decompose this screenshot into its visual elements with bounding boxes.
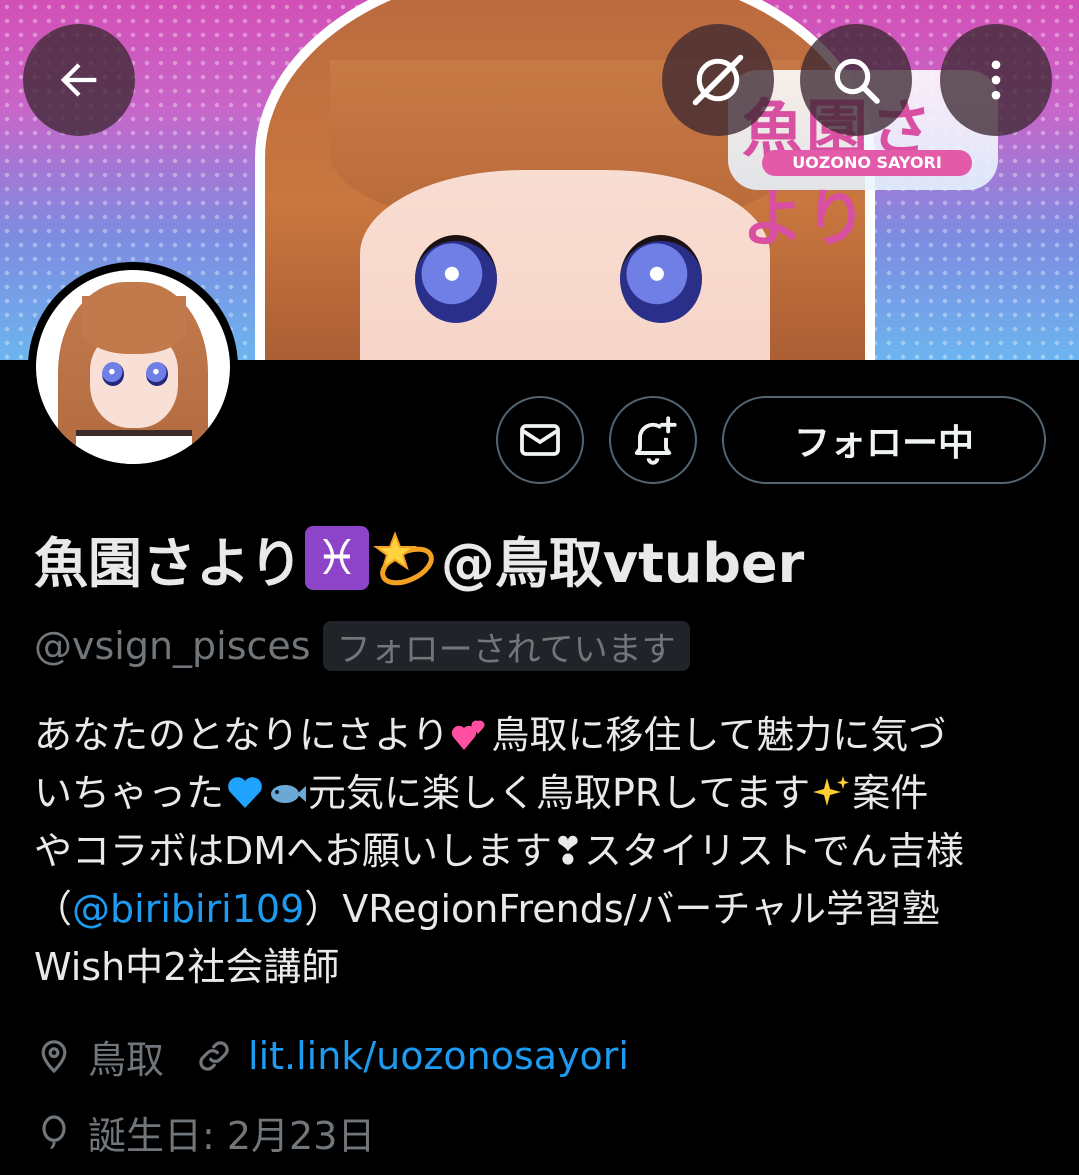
avatar-left-eye — [102, 362, 124, 386]
handle-row: @vsign_pisces フォローされています — [34, 620, 690, 672]
bio-text: 鳥取に移住して魅力に気づ — [491, 713, 947, 757]
search-button[interactable] — [800, 24, 912, 136]
bio-line-4: （@biribiri109）VRegionFrends/バーチャル学習塾 — [34, 880, 1044, 938]
bell-plus-icon — [634, 416, 677, 465]
back-button[interactable] — [23, 24, 135, 136]
message-button[interactable] — [496, 396, 584, 484]
search-icon — [834, 58, 880, 104]
banner-left-eye — [415, 235, 497, 323]
avatar-bangs — [82, 296, 186, 354]
grok-icon — [692, 54, 744, 106]
following-button[interactable]: フォロー中 — [722, 396, 1046, 484]
bio-text: 案件 — [852, 771, 929, 815]
display-name-suffix: @鳥取vtuber — [440, 531, 805, 595]
more-vertical-icon — [991, 60, 1001, 100]
mail-icon — [520, 424, 560, 456]
bio-line-2: いちゃった 元気に楽しく鳥取PRしてます 案件 — [34, 764, 1044, 822]
dizzy-star-emoji — [372, 526, 437, 590]
more-options-button[interactable] — [940, 24, 1052, 136]
mention-link[interactable]: @biribiri109 — [72, 887, 304, 931]
display-name: 魚園さより ♓ @鳥取vtuber — [34, 518, 804, 598]
location-pin-icon — [34, 1036, 74, 1076]
fish-emoji — [271, 785, 307, 803]
bio-text: 元気に楽しく鳥取PRしてます — [308, 771, 811, 815]
bio-text: あなたのとなりにさより — [34, 713, 450, 757]
location-text: 鳥取 — [88, 1037, 165, 1082]
profile-avatar[interactable] — [28, 262, 238, 472]
avatar-right-eye — [146, 362, 168, 386]
profile-meta-location-link: 鳥取 lit.link/uozonosayori — [34, 1028, 629, 1084]
bio-text: ）VRegionFrends/バーチャル学習塾 — [304, 887, 941, 931]
sparkles-emoji — [813, 776, 850, 806]
notifications-button[interactable] — [609, 396, 697, 484]
banner-logo-subtext: UOZONO SAYORI — [762, 150, 972, 176]
two-hearts-emoji — [452, 720, 485, 750]
bio-text: （ — [34, 887, 73, 931]
banner-right-eye — [620, 235, 702, 323]
pisces-emoji: ♓ — [304, 526, 369, 590]
website-link[interactable]: lit.link/uozonosayori — [248, 1034, 629, 1078]
username-handle: @vsign_pisces — [34, 624, 311, 668]
birthday-text: 誕生日: 2月23日 — [88, 1113, 376, 1158]
bio-line-1: あなたのとなりにさより 鳥取に移住して魅力に気づ — [34, 706, 1044, 764]
display-name-text: 魚園さより — [34, 531, 303, 595]
link-icon — [194, 1036, 234, 1076]
profile-meta-birthday: 誕生日: 2月23日 — [34, 1104, 375, 1160]
avatar-image — [36, 270, 230, 464]
avatar-shirt — [76, 430, 192, 464]
arrow-left-icon — [60, 63, 97, 97]
bio-line-3: やコラボはDMへお願いします❣スタイリストでん吉様 — [34, 829, 964, 873]
follows-you-badge: フォローされています — [322, 621, 690, 671]
bio-text: いちゃった — [34, 771, 225, 815]
grok-button[interactable] — [662, 24, 774, 136]
profile-bio: あなたのとなりにさより 鳥取に移住して魅力に気づ いちゃった 元気に楽しく鳥取P… — [34, 706, 1044, 996]
blue-heart-emoji — [228, 777, 262, 808]
bio-line-5: Wish中2社会講師 — [34, 945, 340, 989]
balloon-icon — [34, 1112, 74, 1152]
